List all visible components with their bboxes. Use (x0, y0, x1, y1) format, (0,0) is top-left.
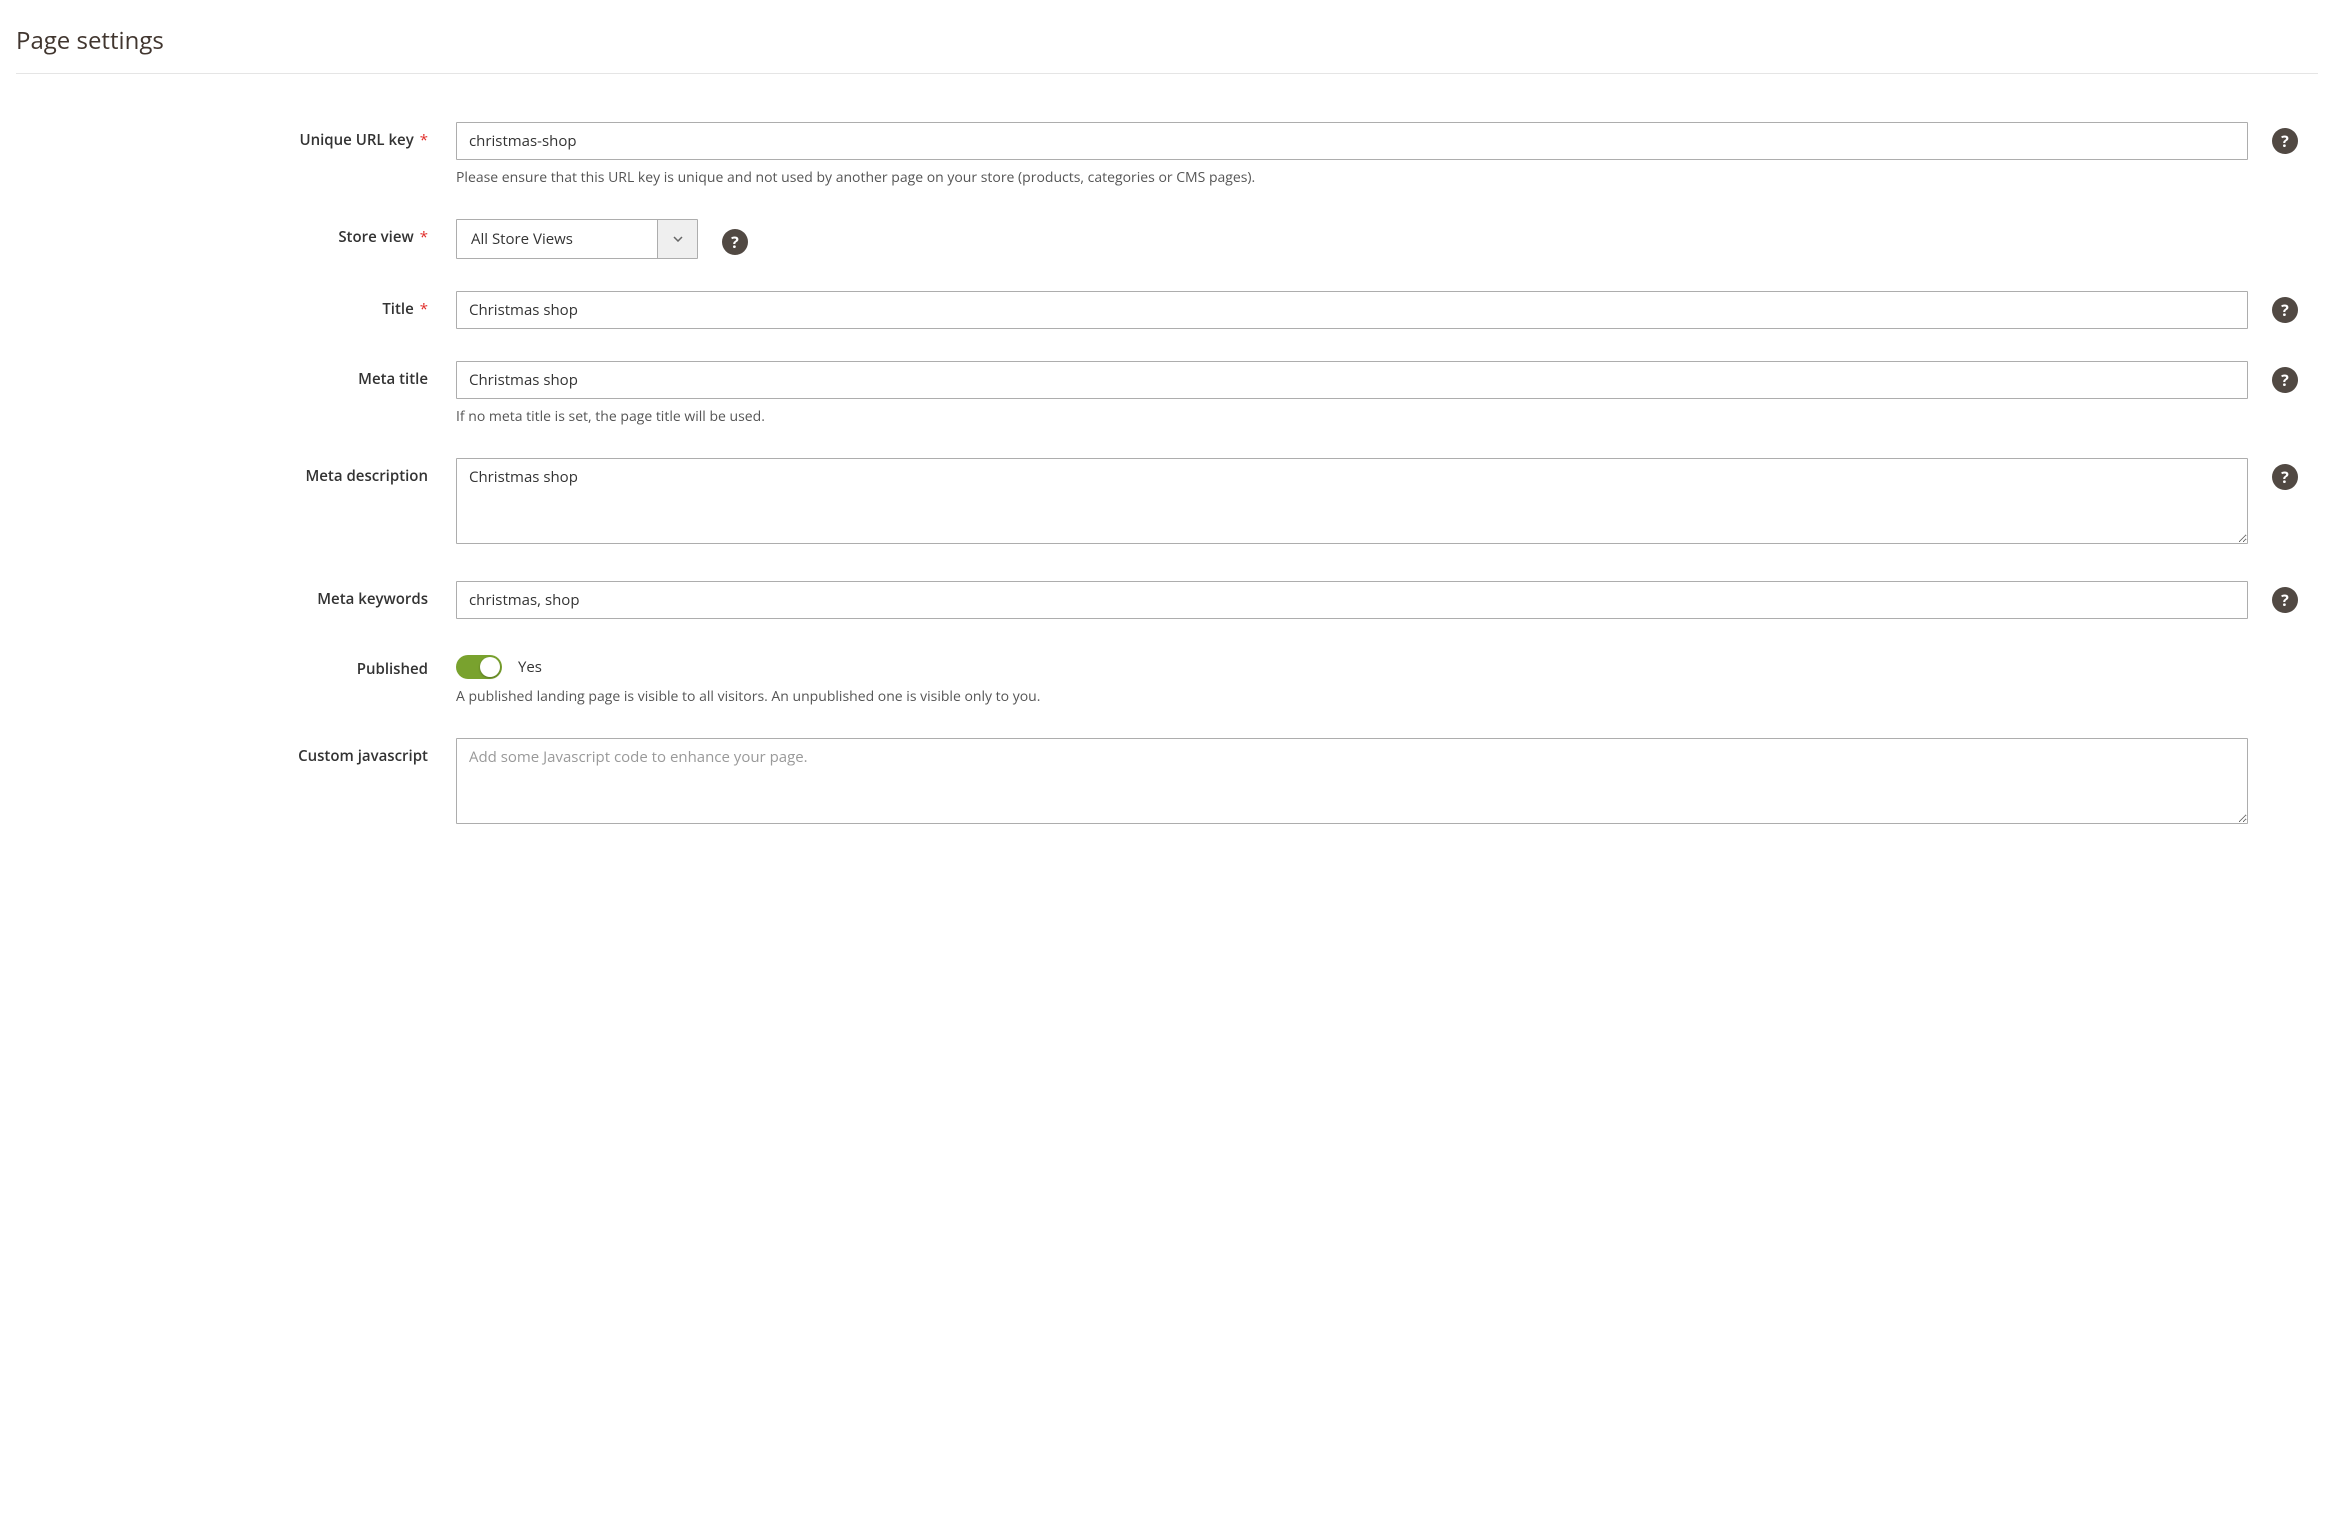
meta-title-input[interactable] (456, 361, 2248, 399)
meta-title-label: Meta title (16, 361, 456, 389)
published-label: Published (16, 651, 456, 679)
help-icon[interactable]: ? (2272, 128, 2298, 154)
required-mark-icon: * (420, 299, 428, 319)
meta-title-label-text: Meta title (358, 369, 428, 389)
published-state-label: Yes (518, 657, 542, 677)
section-title: Page settings (16, 16, 2318, 73)
store-view-label-text: Store view (338, 227, 413, 247)
help-icon[interactable]: ? (2272, 367, 2298, 393)
custom-js-textarea[interactable] (456, 738, 2248, 824)
required-mark-icon: * (420, 227, 428, 247)
url-key-note: Please ensure that this URL key is uniqu… (456, 168, 2248, 187)
page-settings-form: Page settings Unique URL key * Please ens… (0, 0, 2342, 901)
custom-js-label: Custom javascript (16, 738, 456, 766)
help-icon[interactable]: ? (2272, 587, 2298, 613)
help-icon[interactable]: ? (2272, 464, 2298, 490)
title-label-text: Title (382, 299, 413, 319)
meta-description-label-text: Meta description (305, 466, 428, 486)
meta-keywords-label: Meta keywords (16, 581, 456, 609)
store-view-selected-value: All Store Views (457, 220, 657, 258)
chevron-down-icon (657, 220, 697, 258)
field-meta-title: Meta title If no meta title is set, the … (16, 361, 2318, 426)
field-published: Published Yes A published landing page i… (16, 651, 2318, 706)
meta-keywords-input[interactable] (456, 581, 2248, 619)
store-view-label: Store view * (16, 219, 456, 247)
url-key-label-text: Unique URL key (299, 130, 413, 150)
section-divider (16, 73, 2318, 74)
toggle-knob-icon (480, 657, 500, 677)
help-icon[interactable]: ? (2272, 297, 2298, 323)
required-mark-icon: * (420, 130, 428, 150)
url-key-input[interactable] (456, 122, 2248, 160)
field-store-view: Store view * All Store Views ? (16, 219, 2318, 259)
meta-keywords-label-text: Meta keywords (317, 589, 428, 609)
field-url-key: Unique URL key * Please ensure that this … (16, 122, 2318, 187)
field-title: Title * ? (16, 291, 2318, 329)
meta-description-label: Meta description (16, 458, 456, 486)
store-view-select[interactable]: All Store Views (456, 219, 698, 259)
published-note: A published landing page is visible to a… (456, 687, 2248, 706)
field-meta-keywords: Meta keywords ? (16, 581, 2318, 619)
field-meta-description: Meta description ? (16, 458, 2318, 549)
meta-title-note: If no meta title is set, the page title … (456, 407, 2248, 426)
published-label-text: Published (357, 659, 428, 679)
published-toggle[interactable] (456, 655, 502, 679)
title-input[interactable] (456, 291, 2248, 329)
url-key-label: Unique URL key * (16, 122, 456, 150)
title-label: Title * (16, 291, 456, 319)
meta-description-textarea[interactable] (456, 458, 2248, 544)
help-icon[interactable]: ? (722, 229, 748, 255)
custom-js-label-text: Custom javascript (298, 746, 428, 766)
field-custom-javascript: Custom javascript (16, 738, 2318, 829)
